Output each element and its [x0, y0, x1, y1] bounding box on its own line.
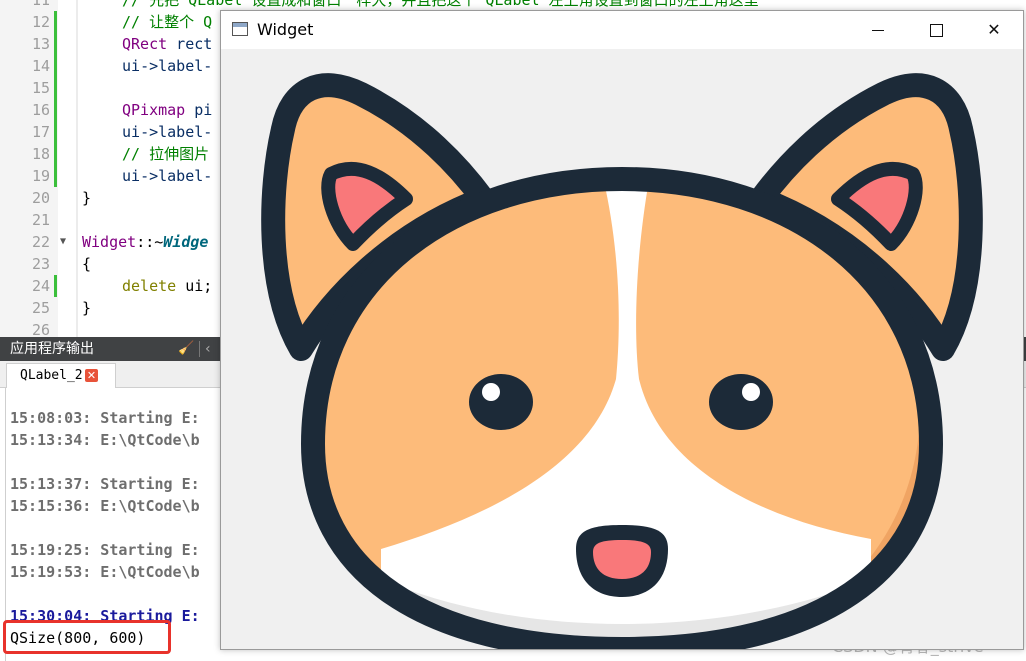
- change-marker: [54, 11, 57, 33]
- line-number: 20: [31, 189, 50, 207]
- widget-window[interactable]: Widget ✕: [220, 10, 1024, 650]
- code-text: ui->label-: [122, 57, 213, 75]
- code-text: QPixmap pi: [122, 101, 213, 119]
- line-number: 25: [31, 299, 50, 317]
- line-number: 23: [31, 255, 50, 273]
- change-marker: [54, 143, 57, 165]
- window-app-icon: [232, 22, 248, 36]
- output-line: 15:13:37: Starting E:: [10, 475, 200, 493]
- line-number: 13: [31, 35, 50, 53]
- code-text: ui->label-: [122, 123, 213, 141]
- minimize-button[interactable]: [849, 11, 907, 49]
- change-marker: [54, 33, 57, 55]
- code-text: // 让整个 Q: [122, 13, 213, 31]
- fold-toggle-icon[interactable]: ▼: [60, 231, 66, 253]
- change-marker: [54, 275, 57, 297]
- line-number: 11: [31, 0, 50, 9]
- change-marker: [54, 55, 57, 77]
- change-marker: [54, 121, 57, 143]
- change-marker: [54, 165, 57, 187]
- output-line: 15:19:25: Starting E:: [10, 541, 200, 559]
- line-number: 18: [31, 145, 50, 163]
- change-marker: [54, 99, 57, 121]
- window-title: Widget: [257, 20, 314, 39]
- code-text: {: [82, 255, 92, 273]
- left-eye: [469, 374, 533, 430]
- previous-arrow-icon[interactable]: ‹: [205, 337, 211, 361]
- line-number: 14: [31, 57, 50, 75]
- output-pane-title: 应用程序输出: [10, 341, 94, 357]
- code-text: // 拉伸图片: [122, 145, 210, 163]
- output-line: 15:13:34: E:\QtCode\b: [10, 431, 200, 449]
- tab-label: QLabel_2: [20, 368, 83, 383]
- line-number: 26: [31, 321, 50, 337]
- window-client-area: [221, 49, 1023, 649]
- code-text: QRect rect: [122, 35, 213, 53]
- line-number: 19: [31, 167, 50, 185]
- change-marker: [54, 77, 57, 99]
- line-number: 21: [31, 211, 50, 229]
- line-number: 24: [31, 277, 50, 295]
- header-divider: [199, 341, 200, 357]
- tab-close-icon[interactable]: ✕: [85, 369, 98, 382]
- line-number: 22: [31, 233, 50, 251]
- output-line: 15:08:03: Starting E:: [10, 409, 200, 427]
- code-text: }: [82, 299, 92, 317]
- minimize-icon: [872, 29, 884, 32]
- right-eye: [709, 374, 773, 430]
- line-number: 17: [31, 123, 50, 141]
- code-text: ui->label-: [122, 167, 213, 185]
- clear-output-icon[interactable]: 🧹: [178, 340, 194, 358]
- maximize-button[interactable]: [907, 11, 965, 49]
- line-number: 15: [31, 79, 50, 97]
- close-button[interactable]: ✕: [965, 11, 1023, 49]
- tab-qlabel-2[interactable]: QLabel_2 ✕: [6, 363, 116, 388]
- code-text: }: [82, 189, 92, 207]
- code-text: delete ui;: [122, 277, 213, 295]
- code-text: Widget::~Widge: [82, 233, 209, 251]
- line-number: 16: [31, 101, 50, 119]
- maximize-icon: [929, 24, 943, 37]
- corgi-image: [261, 73, 983, 649]
- output-line: 15:15:36: E:\QtCode\b: [10, 497, 200, 515]
- close-icon: ✕: [987, 20, 1001, 39]
- window-titlebar[interactable]: Widget ✕: [221, 11, 1023, 49]
- output-line: 15:19:53: E:\QtCode\b: [10, 563, 200, 581]
- highlight-box: [3, 620, 171, 654]
- line-number: 12: [31, 13, 50, 31]
